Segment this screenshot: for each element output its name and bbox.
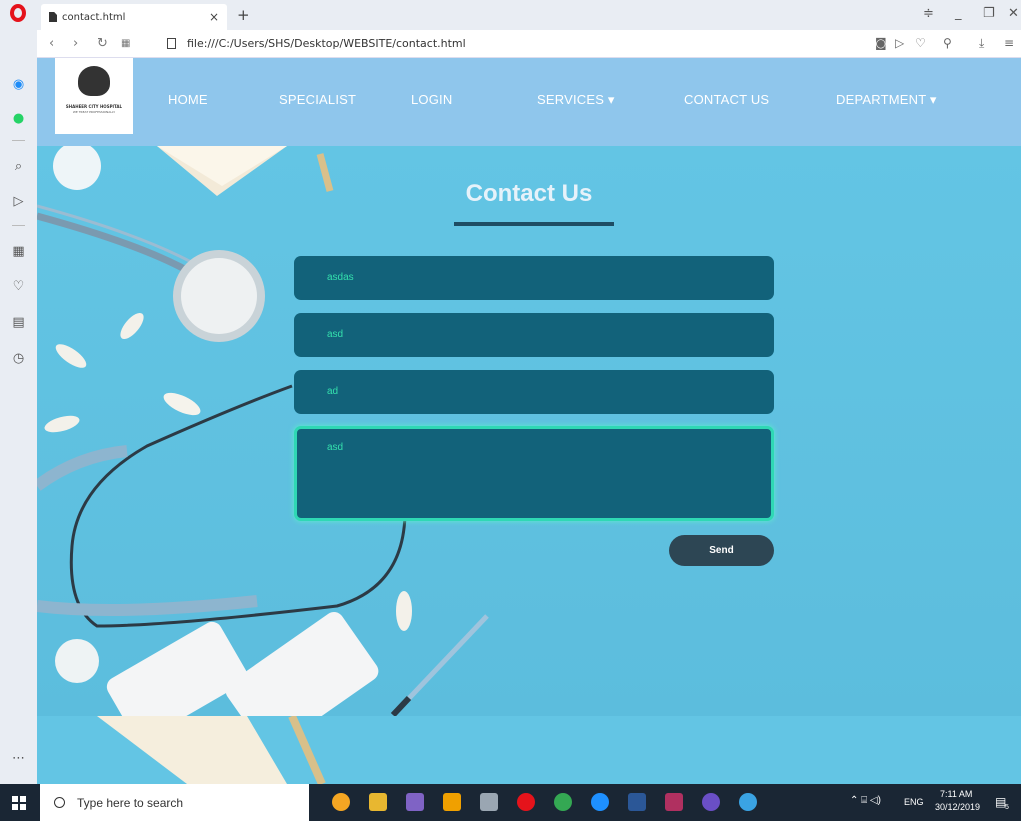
message-field[interactable]: asd (294, 426, 774, 521)
app-icon[interactable] (480, 793, 498, 811)
send-button[interactable]: Send (669, 535, 774, 566)
sublime-text-icon[interactable] (443, 793, 461, 811)
taskbar-search-box[interactable]: Type here to search (40, 784, 309, 821)
snapshot-icon[interactable]: ◙ (875, 36, 887, 50)
email-field[interactable]: asd (294, 313, 774, 357)
whatsapp-icon[interactable]: ● (10, 110, 27, 127)
bottom-strip (37, 716, 1021, 784)
tab-title: contact.html (62, 11, 126, 23)
search-app-icon[interactable] (332, 793, 350, 811)
search-icon (54, 797, 65, 808)
new-tab-button[interactable]: + (237, 6, 250, 24)
tabs-grid-icon[interactable]: ▦ (121, 38, 130, 49)
easy-setup-icon[interactable]: ≑ (923, 6, 934, 21)
windows-taskbar: Type here to search ⌃ ⌸ ◁) ENG 7:11 AM 3… (0, 784, 1021, 821)
opera-sidebar: ◉ ● ⌕ ▷ ▦ ♡ ▤ ◷ ⋯ (0, 0, 37, 784)
site-navbar: SHAHEER CITY HOSPITAL WE TREAT PROFESSIO… (37, 58, 1021, 146)
reload-button[interactable]: ↻ (97, 36, 108, 51)
webpage: SHAHEER CITY HOSPITAL WE TREAT PROFESSIO… (37, 58, 1021, 784)
notification-count: 5 (1005, 804, 1009, 811)
windows-start-icon[interactable] (12, 796, 26, 810)
hospital-logo[interactable]: SHAHEER CITY HOSPITAL WE TREAT PROFESSIO… (55, 58, 133, 134)
nav-contact-us[interactable]: CONTACT US (684, 92, 769, 107)
flow-send-icon[interactable]: ▷ (10, 193, 27, 210)
edge-icon[interactable] (591, 793, 609, 811)
caduceus-logo-icon (78, 66, 110, 96)
logo-tagline: WE TREAT PROFESSIONALLY (72, 110, 116, 114)
close-window-button[interactable]: ✕ (1008, 6, 1019, 21)
nav-specialist[interactable]: SPECIALIST (279, 92, 356, 107)
menu-icon[interactable]: ≡ (1004, 36, 1014, 50)
news-icon[interactable]: ▤ (10, 314, 27, 331)
file-icon (167, 38, 176, 49)
download-icon[interactable]: ⤓ (979, 36, 984, 51)
url-field[interactable]: file:///C:/Users/SHS/Desktop/WEBSITE/con… (187, 37, 466, 50)
search-icon[interactable]: ⌕ (10, 158, 27, 175)
browser-tab[interactable]: contact.html × (41, 4, 227, 30)
logo-name: SHAHEER CITY HOSPITAL (65, 104, 123, 109)
screen: ◉ ● ⌕ ▷ ▦ ♡ ▤ ◷ ⋯ contact.html × + ≑ _ ❐… (0, 0, 1021, 821)
app-icon[interactable] (702, 793, 720, 811)
nav-department[interactable]: DEPARTMENT ▾ (836, 92, 937, 108)
nav-home[interactable]: HOME (168, 92, 208, 107)
address-bar: ‹ › ↻ ▦ file:///C:/Users/SHS/Desktop/WEB… (37, 30, 1021, 58)
heart-icon[interactable]: ♡ (915, 36, 926, 50)
tray-icons[interactable]: ⌃ ⌸ ◁) (850, 795, 881, 806)
more-icon[interactable]: ⋯ (10, 750, 27, 767)
visual-studio-icon[interactable] (406, 793, 424, 811)
app-icon[interactable] (739, 793, 757, 811)
tab-close-icon[interactable]: × (209, 10, 219, 24)
page-icon (49, 12, 57, 22)
heart-bookmarks-icon[interactable]: ♡ (10, 278, 27, 295)
language-indicator[interactable]: ENG (904, 797, 924, 807)
access-icon[interactable] (665, 793, 683, 811)
opera-logo-icon[interactable] (10, 4, 26, 22)
title-underline (454, 222, 614, 226)
page-title: Contact Us (465, 180, 593, 207)
word-icon[interactable] (628, 793, 646, 811)
nav-services[interactable]: SERVICES ▾ (537, 92, 615, 108)
chrome-icon[interactable] (554, 793, 572, 811)
history-clock-icon[interactable]: ◷ (10, 350, 27, 367)
opera-taskbar-icon[interactable] (517, 793, 535, 811)
name-field[interactable]: asdas (294, 256, 774, 300)
restore-button[interactable]: ❐ (983, 6, 995, 21)
file-explorer-icon[interactable] (369, 793, 387, 811)
send-icon[interactable]: ▷ (895, 36, 904, 50)
speed-dial-icon[interactable]: ▦ (10, 243, 27, 260)
nav-login[interactable]: LOGIN (411, 92, 452, 107)
minimize-button[interactable]: _ (955, 6, 962, 21)
clock-time[interactable]: 7:11 AM (940, 789, 972, 799)
clock-date[interactable]: 30/12/2019 (935, 802, 980, 812)
tab-bar: contact.html × + ≑ _ ❐ ✕ (37, 0, 1021, 30)
back-button[interactable]: ‹ (49, 36, 54, 51)
forward-button[interactable]: › (73, 36, 78, 51)
taskbar-search-placeholder: Type here to search (77, 795, 184, 810)
messenger-icon[interactable]: ◉ (10, 76, 27, 93)
vpn-icon[interactable]: ⚲ (943, 36, 952, 50)
subject-field[interactable]: ad (294, 370, 774, 414)
